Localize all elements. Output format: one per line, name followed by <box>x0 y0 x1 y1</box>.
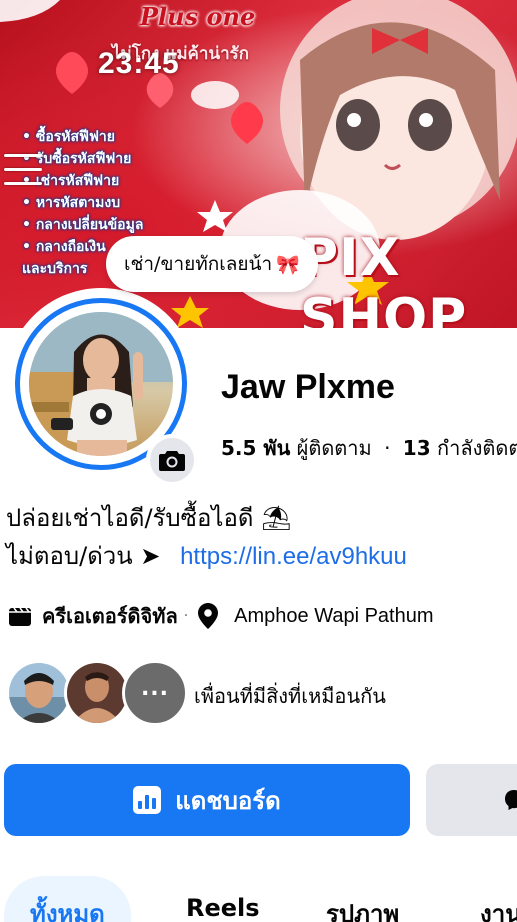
info-separator: · <box>183 608 189 624</box>
tab-reels[interactable]: Reels <box>186 876 260 922</box>
cover-heading: Plus one <box>140 2 256 31</box>
bio-link[interactable]: https://lin.ee/av9hkuu <box>180 543 407 570</box>
camera-icon <box>159 451 185 471</box>
cover-service-item: กลางเปลี่ยนข้อมูล <box>22 214 144 236</box>
following-count[interactable]: 13 <box>403 436 431 460</box>
location-label[interactable]: Amphoe Wapi Pathum <box>234 605 433 628</box>
mutual-friends-row[interactable]: ... เพื่อนที่มีสิ่งที่เหมือนกัน <box>6 660 516 730</box>
profile-page: Plus one ไม่โกง แม่ค้าน่ารัก ซื้อรหัสฟีฟ… <box>0 0 517 922</box>
profile-note-bubble[interactable]: เช่า/ขายทักเลยน้า 🎀 <box>106 236 318 292</box>
mutual-friends-label[interactable]: เพื่อนที่มีสิ่งที่เหมือนกัน <box>194 680 386 712</box>
umbrella-emoji: ⛱ <box>261 504 292 532</box>
profile-name: Jaw Plxme <box>221 368 395 406</box>
profile-info-row: ครีเอเตอร์ดิจิทัล · Amphoe Wapi Pathum <box>6 600 434 632</box>
avatar-person-image <box>29 312 173 456</box>
followers-label[interactable]: ผู้ติดตาม <box>297 436 372 460</box>
dashboard-label: แดชบอร์ด <box>175 786 281 815</box>
bio-prefix: ไม่ตอบ/ด่วน ➤ <box>6 542 161 570</box>
following-label[interactable]: กำลังติดตาม <box>437 436 517 460</box>
tab-photos[interactable]: รูปภาพ <box>326 876 399 922</box>
followers-count[interactable]: 5.5 พัน <box>221 436 290 460</box>
dashboard-button[interactable]: แดชบอร์ด <box>4 764 410 836</box>
clapperboard-icon <box>6 602 34 630</box>
cover-shop-text: PIX SHOP <box>300 228 468 328</box>
stats-separator: · <box>384 436 391 460</box>
cover-service-item: ซื้อรหัสฟีฟาย <box>22 126 143 148</box>
location-pin-icon <box>194 602 222 630</box>
more-mutual-friends[interactable]: ... <box>122 660 188 726</box>
menu-icon[interactable] <box>4 154 44 194</box>
bow-emoji: 🎀 <box>276 253 300 276</box>
follow-stats: 5.5 พัน ผู้ติดตาม · 13 กำลังติดตาม <box>221 432 517 464</box>
category-label: ครีเอเตอร์ดิจิทัล <box>42 604 178 628</box>
bar-chart-icon <box>133 786 162 814</box>
secondary-action-button[interactable] <box>426 764 517 836</box>
mutual-friend-avatar[interactable] <box>6 660 72 726</box>
bio-line-1: ปล่อยเช่าไอดี/รับซื้อไอดี ⛱ <box>6 498 292 537</box>
bio-text: ปล่อยเช่าไอดี/รับซื้อไอดี <box>6 504 254 532</box>
tab-jobs[interactable]: งาน <box>480 876 517 922</box>
tab-all[interactable]: ทั้งหมด <box>4 876 131 922</box>
cover-service-item: หารหัสตามงบ <box>22 192 143 214</box>
more-icon: ... <box>140 675 170 701</box>
messenger-icon <box>505 790 517 810</box>
profile-tabs: ทั้งหมด Reels รูปภาพ งาน <box>0 876 517 922</box>
profile-avatar[interactable] <box>5 288 198 486</box>
avatar-photo <box>29 312 173 456</box>
mutual-friend-avatar[interactable] <box>64 660 130 726</box>
note-text: เช่า/ขายทักเลยน้า <box>124 253 273 275</box>
change-photo-button[interactable] <box>146 434 198 486</box>
bio-line-2: ไม่ตอบ/ด่วน ➤ https://lin.ee/av9hkuu <box>6 536 407 575</box>
status-bar-time: 23:45 <box>98 47 180 80</box>
